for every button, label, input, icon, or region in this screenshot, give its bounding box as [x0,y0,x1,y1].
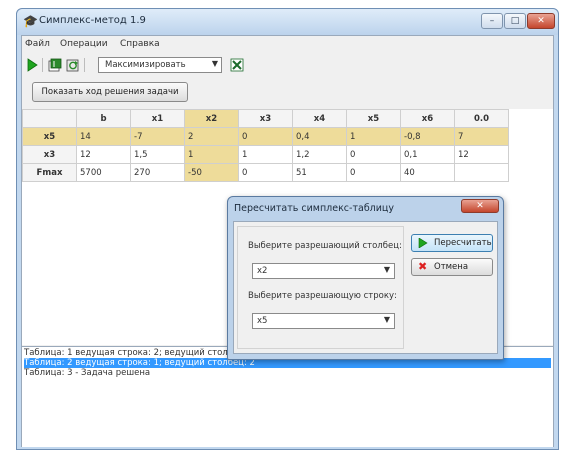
table-cell[interactable] [454,163,509,182]
chevron-down-icon: ▼ [383,315,390,324]
table-cell[interactable]: 0 [238,163,293,182]
row-header[interactable]: x5 [22,127,77,146]
table-cell[interactable]: 270 [130,163,185,182]
selection-group: Выберите разрешающий столбец: x2 ▼ Выбер… [237,226,404,349]
table-cell[interactable]: 1,2 [292,145,347,164]
simplex-table: b x1 x2 x3 x4 x5 x6 0.0 x5 14 -7 2 0 0,4… [22,109,509,182]
row-select-label: Выберите разрешающую строку: [248,291,397,301]
dialog-close-button[interactable]: ✕ [461,199,499,213]
recalculate-button[interactable]: Пересчитать [411,234,493,252]
pivot-row-select[interactable]: x5 ▼ [252,313,395,329]
optimization-mode-value: Максимизировать [105,60,186,70]
column-header[interactable]: x5 [346,109,401,128]
column-select-label: Выберите разрешающий столбец: [248,241,402,251]
row-header[interactable]: Fmax [22,163,77,182]
solution-log[interactable]: Таблица: 1 ведущая строка: 2; ведущий ст… [22,346,553,447]
column-header[interactable]: x6 [400,109,455,128]
table-cell[interactable]: 0,4 [292,127,347,146]
minimize-button[interactable]: – [481,13,503,29]
table-row: x3 12 1,5 1 1 1,2 0 0,1 12 [22,145,509,164]
table-cell[interactable]: 0 [346,145,401,164]
table-header-row: b x1 x2 x3 x4 x5 x6 0.0 [22,109,509,128]
log-entry[interactable]: Таблица: 3 - Задача решена [24,368,551,378]
table-cell[interactable]: 12 [76,145,131,164]
dialog-title: Пересчитать симплекс-таблицу [234,203,395,214]
table-corner [22,109,77,128]
dialog-client-area: Выберите разрешающий столбец: x2 ▼ Выбер… [233,221,498,354]
column-header[interactable]: x2 [184,109,239,128]
show-solution-button[interactable]: Показать ход решения задачи [32,82,188,102]
refresh-icon[interactable] [66,58,80,72]
pivot-column-select[interactable]: x2 ▼ [252,263,395,279]
table-cell[interactable]: 12 [454,145,509,164]
row-header[interactable]: x3 [22,145,77,164]
table-cell[interactable]: 0 [238,127,293,146]
toolbar: Максимизировать ▼ [22,54,553,76]
table-cell[interactable]: -0,8 [400,127,455,146]
play-icon [418,238,428,248]
table-cell[interactable]: 40 [400,163,455,182]
table-cell[interactable]: 14 [76,127,131,146]
cancel-x-icon: ✖ [418,260,428,273]
menu-file[interactable]: Файл [25,39,50,49]
pivot-row-value: x5 [257,316,268,326]
cancel-label: Отмена [434,262,469,272]
title-bar[interactable]: 🎓 Симплекс-метод 1.9 – □ ✕ [17,9,558,35]
recalculate-label: Пересчитать [434,238,492,248]
new-table-icon[interactable] [48,58,62,72]
table-row: x5 14 -7 2 0 0,4 1 -0,8 7 [22,127,509,146]
recalculate-dialog: Пересчитать симплекс-таблицу ✕ Выберите … [227,196,504,360]
optimization-mode-select[interactable]: Максимизировать ▼ [98,57,222,73]
menu-bar: Файл Операции Справка [22,36,553,53]
column-header[interactable]: x3 [238,109,293,128]
cancel-button[interactable]: ✖ Отмена [411,258,493,276]
column-header[interactable]: x4 [292,109,347,128]
table-cell[interactable]: 1 [238,145,293,164]
table-cell[interactable]: 2 [184,127,239,146]
table-cell[interactable]: 0 [346,163,401,182]
chevron-down-icon: ▼ [211,59,218,68]
table-cell[interactable]: 1 [184,145,239,164]
close-button[interactable]: ✕ [527,13,555,29]
menu-help[interactable]: Справка [120,39,160,49]
table-cell[interactable]: -50 [184,163,239,182]
toolbar-separator [84,58,85,72]
chevron-down-icon: ▼ [383,265,390,274]
window-title: Симплекс-метод 1.9 [39,15,146,26]
table-cell[interactable]: 7 [454,127,509,146]
menu-operations[interactable]: Операции [60,39,108,49]
table-row: Fmax 5700 270 -50 0 51 0 40 [22,163,509,182]
table-cell[interactable]: -7 [130,127,185,146]
table-cell[interactable]: 1 [346,127,401,146]
excel-icon[interactable] [230,58,244,72]
graduation-cap-icon: 🎓 [23,14,38,28]
table-cell[interactable]: 1,5 [130,145,185,164]
pivot-column-value: x2 [257,266,268,276]
table-cell[interactable]: 51 [292,163,347,182]
maximize-button[interactable]: □ [504,13,526,29]
table-cell[interactable]: 0,1 [400,145,455,164]
column-header[interactable]: b [76,109,131,128]
play-icon[interactable] [25,58,39,72]
column-header[interactable]: x1 [130,109,185,128]
column-header[interactable]: 0.0 [454,109,509,128]
table-cell[interactable]: 5700 [76,163,131,182]
toolbar-separator [42,58,43,72]
